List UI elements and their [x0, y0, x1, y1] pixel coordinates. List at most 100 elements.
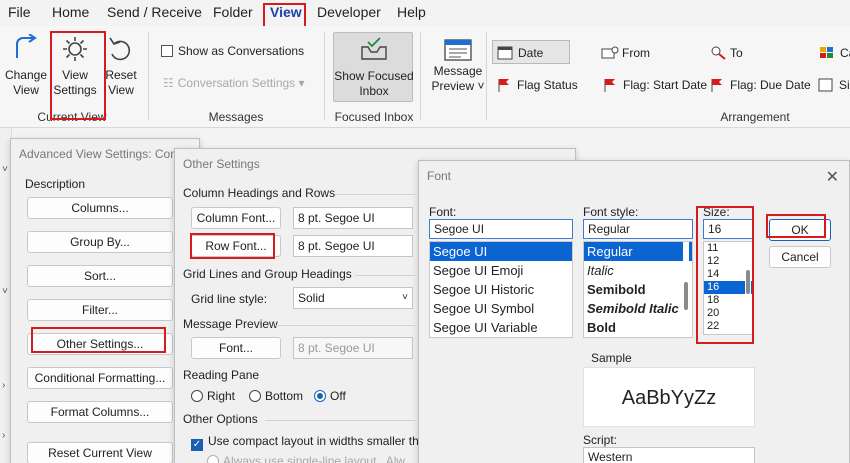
- font-list-item[interactable]: Segoe UI Symbol: [430, 299, 572, 318]
- calendar-icon: [497, 46, 513, 60]
- menu-developer[interactable]: Developer: [317, 4, 381, 20]
- style-list-item[interactable]: Italic: [584, 261, 692, 280]
- row-font-value: 8 pt. Segoe UI: [293, 235, 413, 257]
- font-name-input[interactable]: Segoe UI: [429, 219, 573, 239]
- arrange-by-flag-due-date[interactable]: Flag: Due Date: [709, 78, 811, 92]
- preview-font-button[interactable]: Font...: [191, 337, 281, 359]
- reset-view-button[interactable]: Reset View: [103, 34, 139, 98]
- show-as-conversations-checkbox[interactable]: Show as Conversations: [161, 44, 304, 58]
- section-divider: [275, 325, 415, 326]
- column-headings-section-label: Column Headings and Rows: [183, 186, 336, 200]
- grid-line-style-label: Grid line style:: [191, 292, 268, 306]
- style-scrollbar[interactable]: [683, 242, 689, 337]
- close-icon[interactable]: ✕: [826, 167, 839, 187]
- gear-icon: [63, 37, 87, 61]
- arrange-by-to[interactable]: To: [709, 46, 743, 60]
- row-font-button[interactable]: Row Font...: [191, 235, 281, 257]
- menu-view[interactable]: View: [270, 4, 302, 20]
- font-list-item[interactable]: Segoe UI Variable: [430, 318, 572, 337]
- group-by-button[interactable]: Group By...: [27, 231, 173, 253]
- grid-line-style-value: Solid: [298, 291, 325, 305]
- reading-pane-off[interactable]: Off: [314, 389, 346, 403]
- arrange-flag-start-label: Flag: Start Date: [623, 78, 708, 92]
- menu-file[interactable]: File: [8, 4, 31, 20]
- columns-button[interactable]: Columns...: [27, 197, 173, 219]
- focused-inbox-group-label: Focused Inbox: [334, 110, 414, 124]
- message-preview-label-1: Message: [433, 64, 483, 78]
- message-preview-button[interactable]: Message Preview ˅: [430, 38, 486, 94]
- reset-current-view-button[interactable]: Reset Current View: [27, 442, 173, 463]
- single-line-layout-option[interactable]: Always use single-line layout Alw: [207, 454, 405, 463]
- message-preview-section-label: Message Preview: [183, 317, 278, 331]
- other-settings-button[interactable]: Other Settings...: [27, 333, 173, 355]
- current-view-group-label: Current View: [37, 110, 107, 124]
- font-dialog: Font ✕ Font: Segoe UI Segoe UI Segoe UI …: [418, 160, 850, 463]
- font-size-input[interactable]: 16: [703, 219, 753, 239]
- arrange-by-from[interactable]: From: [601, 46, 650, 60]
- change-view-button[interactable]: Change View: [4, 34, 48, 98]
- radio-selected-icon: [314, 390, 326, 402]
- font-name-list[interactable]: Segoe UI Segoe UI Emoji Segoe UI Histori…: [429, 241, 573, 338]
- arrange-flag-due-label: Flag: Due Date: [730, 78, 811, 92]
- chevron-down-icon: ˅: [2, 164, 8, 175]
- menu-send-receive[interactable]: Send / Receive: [107, 4, 202, 20]
- grid-lines-section-label: Grid Lines and Group Headings: [183, 267, 352, 281]
- arrange-by-flag-status[interactable]: Flag Status: [496, 78, 578, 92]
- font-list-item[interactable]: Segoe UI: [430, 242, 572, 261]
- font-style-input[interactable]: Regular: [583, 219, 693, 239]
- arrange-to-label: To: [730, 46, 743, 60]
- font-list-item[interactable]: Segoe UI Historic: [430, 280, 572, 299]
- reading-pane-right-label: Right: [207, 389, 236, 403]
- sort-button[interactable]: Sort...: [27, 265, 173, 287]
- reading-pane-right[interactable]: Right: [191, 389, 235, 403]
- menu-help[interactable]: Help: [397, 4, 426, 20]
- conversation-settings-button[interactable]: ☷ Conversation Settings ▾: [163, 76, 305, 90]
- cancel-button[interactable]: Cancel: [769, 246, 831, 268]
- compact-layout-checkbox[interactable]: ✓ Use compact layout in widths smaller th…: [191, 434, 425, 451]
- font-style-list[interactable]: Regular Italic Semibold Semibold Italic …: [583, 241, 693, 338]
- other-settings-title: Other Settings: [183, 157, 260, 171]
- script-select[interactable]: Western: [583, 447, 755, 463]
- section-divider: [335, 194, 415, 195]
- section-divider: [355, 275, 415, 276]
- style-list-item[interactable]: Semibold Italic: [584, 299, 692, 318]
- scrollbar-thumb[interactable]: [746, 270, 750, 294]
- message-preview-label-2-text: Preview: [431, 79, 475, 93]
- reading-pane-bottom[interactable]: Bottom: [249, 389, 303, 403]
- message-preview-label-2: Preview ˅: [430, 79, 486, 94]
- from-icon: [601, 46, 619, 59]
- conditional-formatting-button[interactable]: Conditional Formatting...: [27, 367, 173, 389]
- category-icon: [820, 47, 833, 58]
- cut-text: Alw: [385, 454, 406, 463]
- scrollbar-thumb[interactable]: [684, 282, 688, 310]
- arrange-from-label: From: [622, 46, 650, 60]
- font-list-item[interactable]: Segoe UI Emoji: [430, 261, 572, 280]
- chevron-down-icon: ˅: [477, 79, 485, 93]
- column-font-button[interactable]: Column Font...: [191, 207, 281, 229]
- style-list-item[interactable]: Semibold: [584, 280, 692, 299]
- style-list-item[interactable]: Bold: [584, 318, 692, 337]
- menu-folder[interactable]: Folder: [213, 4, 253, 20]
- arrange-by-size[interactable]: Siz: [818, 78, 850, 92]
- arrange-by-category[interactable]: Ca: [819, 46, 850, 60]
- filter-button[interactable]: Filter...: [27, 299, 173, 321]
- arrange-by-date[interactable]: Date: [497, 46, 543, 60]
- ok-button[interactable]: OK: [769, 219, 831, 241]
- show-as-conversations-label: Show as Conversations: [178, 44, 305, 58]
- script-value: Western: [588, 450, 633, 463]
- size-scrollbar[interactable]: [745, 242, 751, 334]
- format-columns-button[interactable]: Format Columns...: [27, 401, 173, 423]
- checkmark-icon: ✓: [191, 439, 203, 451]
- chevron-down-icon: ˅: [2, 286, 8, 297]
- grid-line-style-select[interactable]: Solid ˅: [293, 287, 413, 309]
- view-settings-button[interactable]: View Settings: [52, 34, 98, 98]
- arrange-category-label: Ca: [840, 46, 850, 60]
- single-line-layout-label: Always use single-line layout: [223, 454, 377, 463]
- style-list-item[interactable]: Regular: [584, 242, 692, 261]
- arrange-by-flag-start-date[interactable]: Flag: Start Date: [602, 78, 707, 92]
- font-style-label: Font style:: [583, 205, 639, 219]
- radio-icon: [207, 455, 219, 463]
- menu-home[interactable]: Home: [52, 4, 89, 20]
- ribbon: Change View View Settings Reset View Cur…: [0, 26, 850, 128]
- show-focused-inbox-button[interactable]: Show Focused Inbox: [333, 32, 414, 102]
